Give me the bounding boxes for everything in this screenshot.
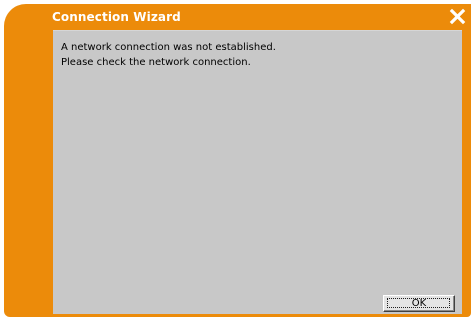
- connection-wizard-dialog: Connection Wizard A network connection w…: [4, 4, 471, 317]
- close-button[interactable]: [449, 8, 466, 25]
- ok-button[interactable]: OK: [383, 295, 455, 312]
- close-icon: [449, 8, 466, 25]
- dialog-content: A network connection was not established…: [53, 30, 462, 314]
- ok-button-label: OK: [411, 298, 427, 309]
- title-bar: Connection Wizard: [4, 4, 471, 30]
- dialog-title: Connection Wizard: [52, 10, 181, 24]
- error-message-line-1: A network connection was not established…: [61, 42, 276, 53]
- error-message-line-2: Please check the network connection.: [61, 57, 251, 68]
